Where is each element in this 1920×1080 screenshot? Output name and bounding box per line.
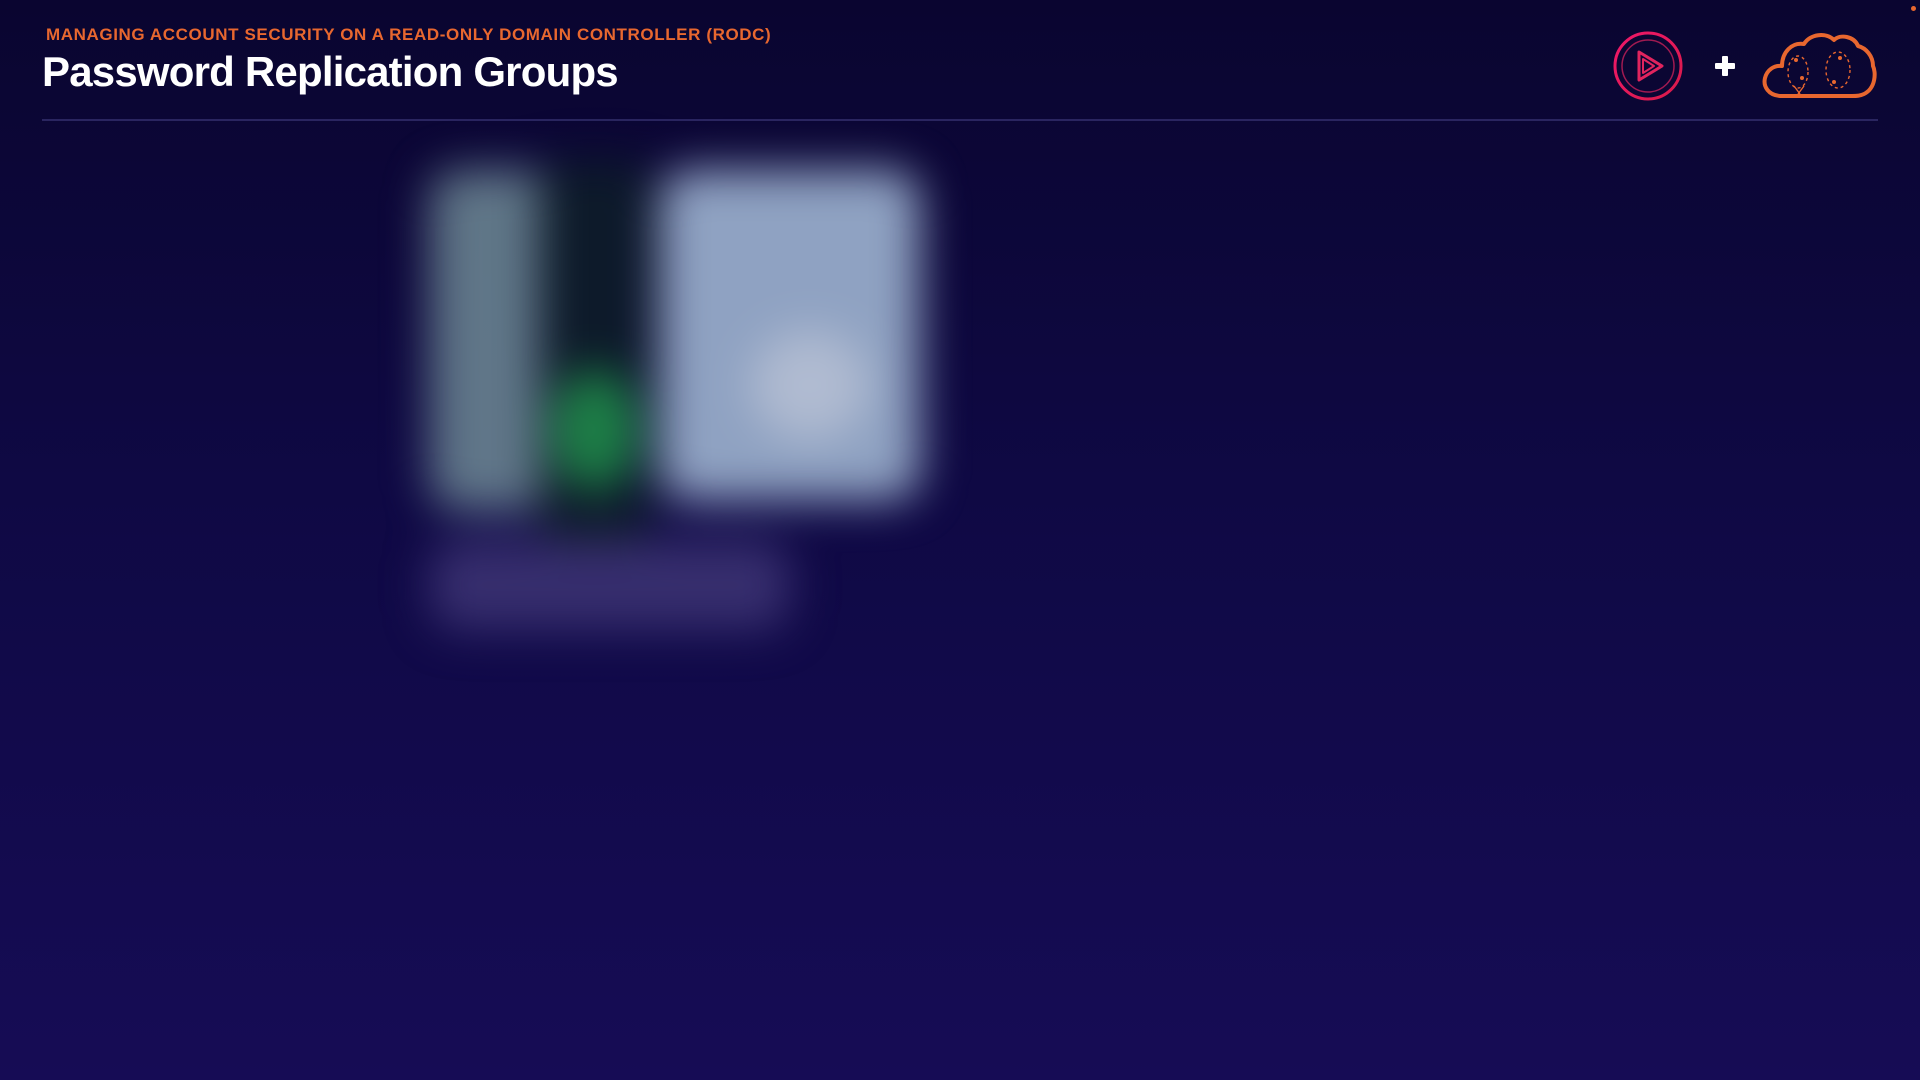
- cloud-brain-icon: [1762, 33, 1877, 98]
- blur-shape-highlight: [750, 330, 870, 440]
- slide: MANAGING ACCOUNT SECURITY ON A READ-ONLY…: [0, 0, 1920, 1080]
- course-subtitle: MANAGING ACCOUNT SECURITY ON A READ-ONLY…: [46, 25, 772, 44]
- plus-icon: [1715, 56, 1735, 76]
- pluralsight-play-icon: [1613, 31, 1683, 101]
- logo-group: [1612, 28, 1878, 104]
- slide-title: Password Replication Groups: [42, 48, 619, 95]
- corner-indicator-dot: [1911, 6, 1916, 11]
- blurred-video-frame: [390, 140, 1010, 700]
- blur-shape-bottom: [430, 540, 790, 630]
- header-divider: [42, 119, 1878, 121]
- blur-shape-green: [550, 370, 640, 490]
